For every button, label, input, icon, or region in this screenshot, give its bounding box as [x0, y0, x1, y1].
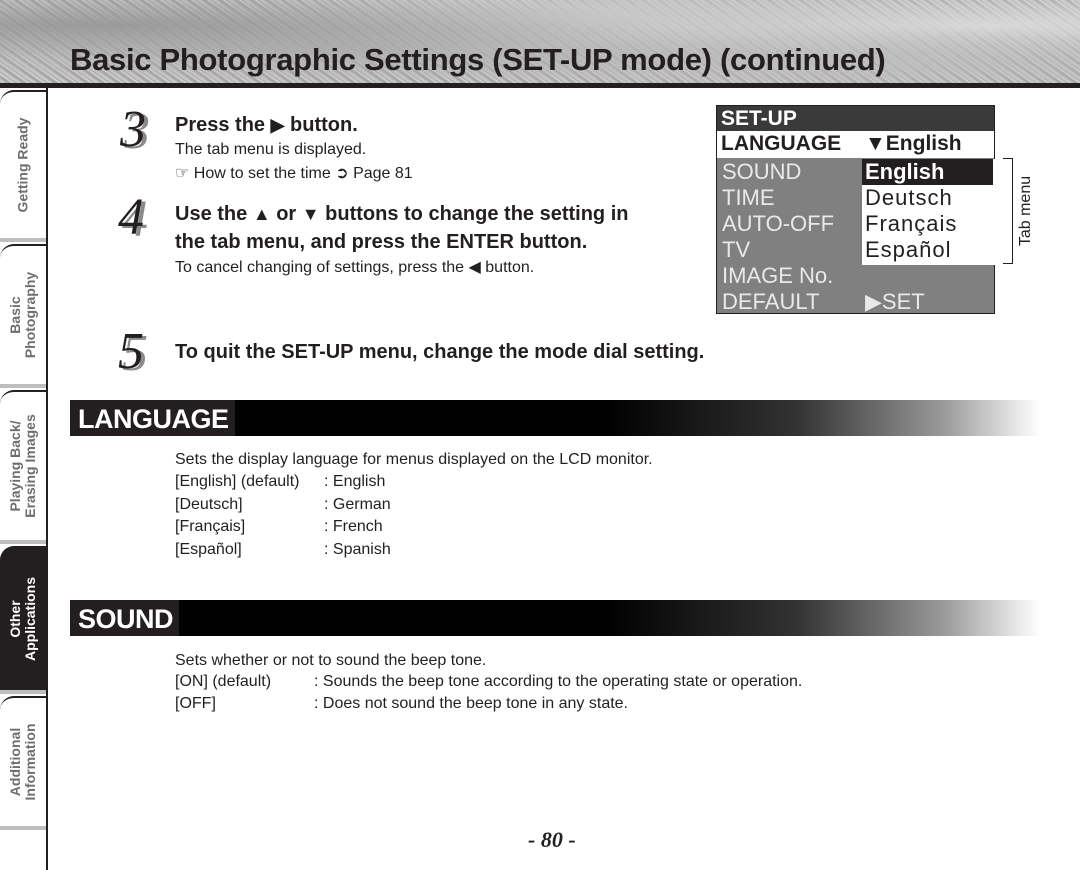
menu-item-default[interactable]: DEFAULT — [722, 289, 819, 315]
step-3-heading-text: Press the — [175, 114, 266, 136]
language-option-value: : German — [324, 496, 391, 513]
up-arrow-button-icon: ▲ — [252, 204, 271, 224]
reference-page: Page 81 — [353, 165, 413, 182]
step-4-heading-text: Use the — [175, 203, 248, 225]
left-arrow-button-icon: ◀ — [468, 259, 481, 276]
menu-item-value: ▼English — [865, 132, 962, 155]
step-4-heading-line2: the tab menu, and press the ENTER button… — [175, 231, 588, 253]
language-option-value: : Spanish — [324, 541, 391, 558]
language-option-value: : English — [324, 473, 386, 490]
tab-other-applications[interactable]: Other Applications — [0, 546, 46, 694]
sound-description: Sets whether or not to sound the beep to… — [175, 652, 487, 669]
step-3-reference[interactable]: ☞ How to set the time ➲ Page 81 — [175, 163, 413, 183]
tab-playing-back-erasing[interactable]: Playing Back/Erasing Images — [0, 390, 46, 544]
header-banner: Basic Photographic Settings (SET-UP mode… — [0, 0, 1080, 84]
menu-item-time[interactable]: TIME — [722, 185, 775, 211]
tab-label-line1: Playing Back/ — [7, 420, 23, 512]
step-4-note-text: To cancel changing of settings, press th… — [175, 259, 465, 276]
language-option-english[interactable]: English — [862, 159, 993, 185]
sound-option-key: [OFF] — [175, 695, 216, 712]
step-3-heading-text-end: button. — [290, 114, 358, 136]
language-description: Sets the display language for menus disp… — [175, 451, 653, 468]
tab-label-line1: Other — [7, 600, 23, 638]
page-number: - 80 - — [528, 827, 576, 852]
tab-label-line1: Basic — [7, 296, 23, 334]
step-3-heading: Press the ▶ button. — [175, 114, 358, 137]
step-4-heading-line1: Use the ▲ or ▼ buttons to change the set… — [175, 203, 628, 226]
step-5-heading: To quit the SET-UP menu, change the mode… — [175, 341, 705, 363]
menu-item-image-no[interactable]: IMAGE No. — [722, 263, 833, 289]
tab-basic-photography[interactable]: Basic Photography — [0, 244, 46, 388]
tab-label-line2: Information — [22, 723, 38, 801]
step-4-note-text-end: button. — [485, 259, 535, 276]
menu-item-language-selected[interactable]: LANGUAGE ▼English — [717, 131, 994, 158]
pointing-hand-icon: ☞ — [175, 165, 190, 182]
tab-label-line2: Applications — [22, 576, 38, 662]
sound-section-title: SOUND — [70, 600, 180, 636]
step-number-4: 4 — [118, 189, 144, 246]
step-4-heading-text-end: buttons to change the setting in — [325, 203, 629, 225]
language-option-key: [Español] — [175, 541, 242, 558]
right-arrow-button-icon: ▶ — [270, 115, 285, 135]
reference-text: How to set the time — [193, 165, 331, 182]
sidebar-divider — [46, 88, 48, 870]
step-number-5: 5 — [118, 323, 144, 380]
step-4-heading-text-or: or — [276, 203, 297, 225]
setup-menu-screen: SET-UP LANGUAGE ▼English SOUND TIME AUTO… — [716, 105, 996, 315]
language-option-key: [Français] — [175, 518, 246, 535]
menu-item-default-value: ▶SET — [865, 289, 925, 314]
language-section-title: LANGUAGE — [70, 400, 235, 436]
tab-menu-label: Tab menu — [1017, 175, 1034, 247]
language-option-value: : French — [324, 518, 383, 535]
language-option-deutsch[interactable]: Deutsch — [865, 185, 953, 211]
language-option-key: [Deutsch] — [175, 496, 243, 513]
sound-option-value: : Does not sound the beep tone in any st… — [314, 695, 628, 712]
language-option-espanol[interactable]: Español — [865, 237, 952, 263]
language-section-bar: LANGUAGE — [70, 400, 1040, 436]
language-option-francais[interactable]: Français — [865, 211, 957, 237]
header-rule — [0, 83, 1080, 88]
menu-item-auto-off[interactable]: AUTO-OFF — [722, 211, 834, 237]
tab-label-line1: Additional — [7, 727, 23, 797]
sound-option-key: [ON] (default) — [175, 673, 272, 690]
tab-menu-dropdown: English Deutsch Français Español — [862, 159, 996, 265]
tab-label: Getting Ready — [14, 117, 31, 213]
language-option-key: [English] (default) — [175, 473, 300, 490]
menu-item-tv[interactable]: TV — [722, 237, 750, 263]
sound-section-bar: SOUND — [70, 600, 1040, 636]
down-arrow-button-icon: ▼ — [301, 204, 320, 224]
step-number-3: 3 — [120, 101, 146, 158]
tab-menu-bracket — [1003, 158, 1013, 264]
page-title: Basic Photographic Settings (SET-UP mode… — [70, 42, 886, 77]
tab-label-line2: Erasing Images — [22, 414, 38, 518]
menu-item-sound[interactable]: SOUND — [722, 159, 801, 185]
tab-additional-information[interactable]: Additional Information — [0, 696, 46, 830]
tab-label-line2: Photography — [22, 271, 38, 359]
step-4-note: To cancel changing of settings, press th… — [175, 257, 534, 277]
tab-getting-ready[interactable]: Getting Ready — [0, 90, 46, 242]
menu-title: SET-UP — [717, 106, 994, 131]
sound-option-value: : Sounds the beep tone according to the … — [314, 673, 803, 690]
page-arrow-icon: ➲ — [335, 165, 349, 182]
step-3-text: The tab menu is displayed. — [175, 141, 367, 158]
menu-item-label: LANGUAGE — [721, 132, 842, 155]
